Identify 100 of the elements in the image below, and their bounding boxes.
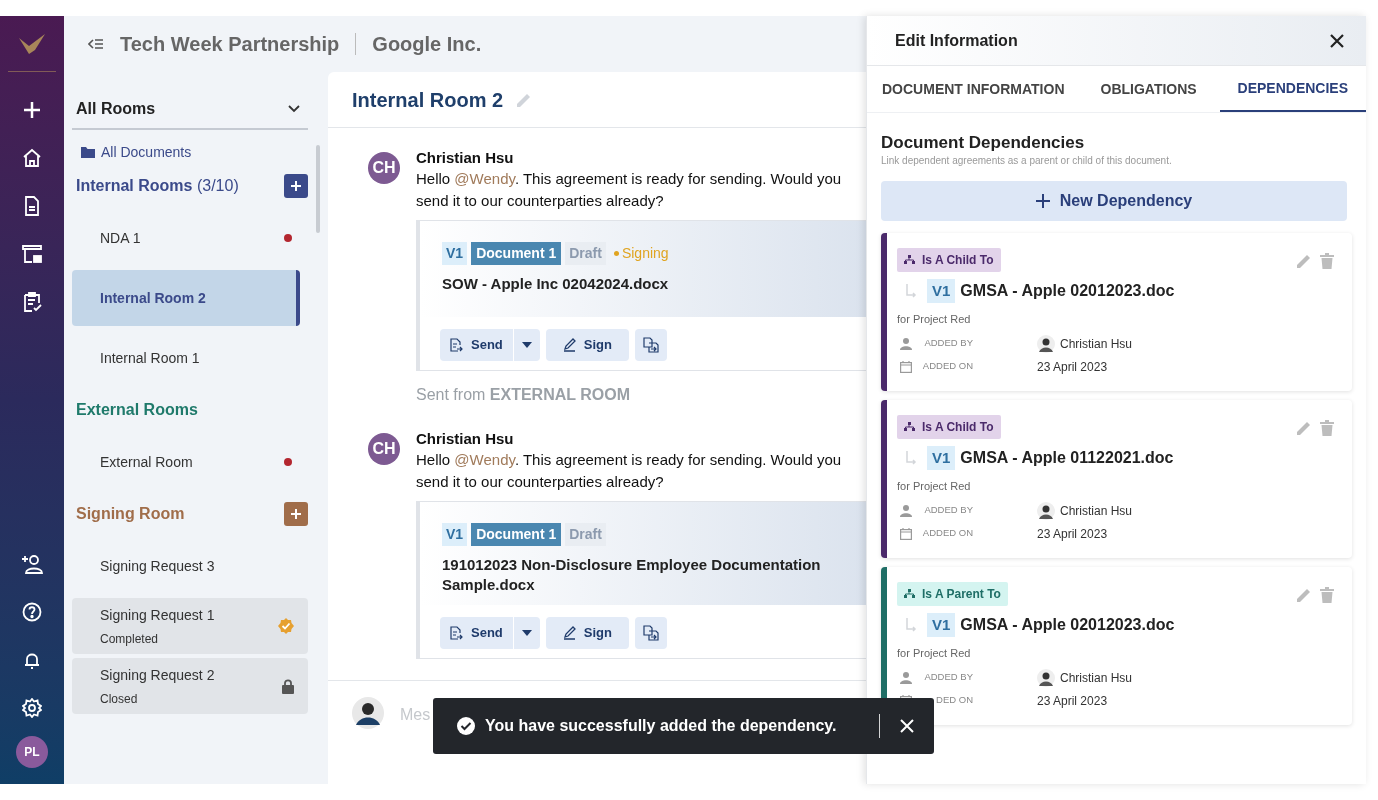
scrollbar[interactable] [316, 145, 320, 233]
section-heading: Signing Room [76, 504, 185, 524]
sign-button[interactable]: Sign [545, 329, 629, 361]
room-item[interactable]: External Room [72, 434, 308, 490]
compare-documents-button[interactable] [634, 617, 667, 649]
author-name: Christian Hsu [416, 429, 515, 449]
add-room-button[interactable] [284, 502, 308, 526]
added-on-date: 23 April 2023 [1037, 358, 1108, 376]
document-badge: Document 1 [471, 242, 562, 265]
documents-swap-icon [642, 337, 659, 353]
added-by-name: Christian Hsu [1060, 502, 1133, 520]
relation-tag: Is A Child To [897, 248, 1001, 272]
panel-title: Edit Information [895, 30, 1018, 51]
user-avatar-icon [1037, 501, 1055, 520]
company-name: Google Inc. [372, 32, 482, 57]
clipboard-check-icon[interactable] [22, 292, 42, 312]
home-icon[interactable] [22, 148, 42, 168]
workspace-title: Tech Week Partnership [120, 32, 340, 57]
section-subtitle: Link dependent agreements as a parent or child of this document. [881, 155, 1173, 167]
sign-button[interactable]: Sign [545, 617, 629, 649]
settings-icon[interactable] [22, 698, 42, 718]
room-item[interactable]: NDA 1 [72, 210, 308, 266]
document-send-icon [450, 338, 463, 352]
relation-tag: Is A Child To [897, 415, 1001, 439]
compare-documents-button[interactable] [634, 329, 667, 361]
version-badge: V1 [927, 279, 956, 303]
pen-icon [562, 338, 576, 352]
project-label: for Project Red [897, 479, 972, 494]
hierarchy-icon [904, 422, 915, 432]
add-user-icon[interactable] [21, 554, 43, 574]
close-icon[interactable] [1330, 33, 1344, 48]
room-item[interactable]: Signing Request 1 Completed [72, 598, 308, 654]
section-heading: External Rooms [76, 400, 198, 420]
dependency-filename[interactable]: GMSA - Apple 02012023.doc [960, 613, 1175, 637]
bird-logo-icon[interactable] [17, 32, 47, 56]
room-item[interactable]: Signing Request 3 [72, 538, 308, 594]
author-name: Christian Hsu [416, 148, 515, 168]
add-room-button[interactable] [284, 174, 308, 198]
section-title: Document Dependencies [881, 133, 1086, 153]
documents-swap-icon [642, 625, 659, 641]
user-avatar[interactable]: PL [16, 736, 48, 768]
panel-tab[interactable]: DOCUMENT INFORMATION [867, 66, 1080, 112]
document-card[interactable]: V1 Document 1 Draft Signing SOW - Apple Inc 02042024.docx Send Sign [416, 220, 866, 371]
dependency-filename[interactable]: GMSA - Apple 02012023.doc [960, 279, 1175, 303]
child-arrow-icon [905, 451, 917, 465]
room-item[interactable]: Signing Request 2 Closed [72, 658, 308, 714]
user-avatar-icon [1037, 334, 1055, 353]
room-status: Completed [100, 630, 160, 648]
archive-lock-icon[interactable] [22, 244, 42, 264]
author-avatar: CH [368, 433, 400, 465]
plus-icon [290, 508, 302, 520]
message-text: Hello @Wendy. This agreement is ready for sending. Would you send it to our counterparties already? [416, 450, 843, 492]
meta-label: ADDED BY [923, 670, 973, 685]
room-filter-dropdown[interactable]: All Rooms [72, 90, 308, 130]
document-badge: Document 1 [471, 523, 562, 546]
version-badge: V1 [442, 242, 468, 265]
room-title: Internal Room 2 [352, 87, 504, 113]
help-icon[interactable] [22, 602, 42, 622]
hierarchy-icon [904, 589, 915, 599]
document-filename: SOW - Apple Inc 02042024.docx [442, 274, 670, 294]
added-by-name: Christian Hsu [1060, 335, 1133, 353]
new-dependency-button[interactable]: New Dependency [881, 181, 1347, 221]
person-icon [900, 671, 912, 684]
project-label: for Project Red [897, 646, 972, 661]
child-arrow-icon [905, 618, 917, 632]
user-avatar-icon [1037, 668, 1055, 687]
room-name: Signing Request 2 [100, 665, 215, 685]
user-avatar-icon [352, 697, 384, 729]
folder-icon [81, 146, 95, 158]
pen-icon [562, 626, 576, 640]
person-icon [900, 504, 912, 517]
added-by-name: Christian Hsu [1060, 669, 1133, 687]
all-documents-link[interactable]: All Documents [81, 142, 192, 162]
meta-label: DED ON [935, 693, 973, 708]
meta-label: ADDED BY [923, 336, 973, 351]
child-arrow-icon [905, 284, 917, 298]
room-name: Signing Request 3 [100, 556, 215, 576]
panel-tab[interactable]: DEPENDENCIES [1219, 66, 1366, 112]
dependency-filename[interactable]: GMSA - Apple 01122021.doc [960, 446, 1174, 470]
relation-tag: Is A Parent To [897, 582, 1008, 606]
version-badge: V1 [927, 613, 956, 637]
document-filename: 191012023 Non-Disclosure Employee Documentation Sample.docx [442, 555, 822, 595]
room-name: Signing Request 1 [100, 605, 215, 625]
version-badge: V1 [927, 446, 956, 470]
version-badge: V1 [442, 523, 468, 546]
plus-icon[interactable] [22, 100, 42, 120]
lock-icon [282, 678, 294, 694]
room-item[interactable]: Internal Room 2 [72, 270, 300, 326]
sent-from-note: Sent from EXTERNAL ROOM [416, 385, 631, 405]
plus-icon [1035, 194, 1050, 208]
collapse-menu-icon[interactable] [88, 38, 104, 50]
chevron-down-icon [288, 105, 300, 113]
added-on-date: 23 April 2023 [1037, 525, 1108, 543]
document-card[interactable]: V1 Document 1 Draft 191012023 Non-Disclosure Employee Documentation Sample.docx Send Sign [416, 501, 866, 659]
document-icon[interactable] [22, 196, 42, 216]
check-circle-icon [457, 717, 475, 735]
plus-icon [290, 180, 302, 192]
panel-tab[interactable]: OBLIGATIONS [1085, 66, 1212, 112]
meta-label: ADDED ON [921, 526, 973, 541]
room-item[interactable]: Internal Room 1 [72, 330, 308, 386]
